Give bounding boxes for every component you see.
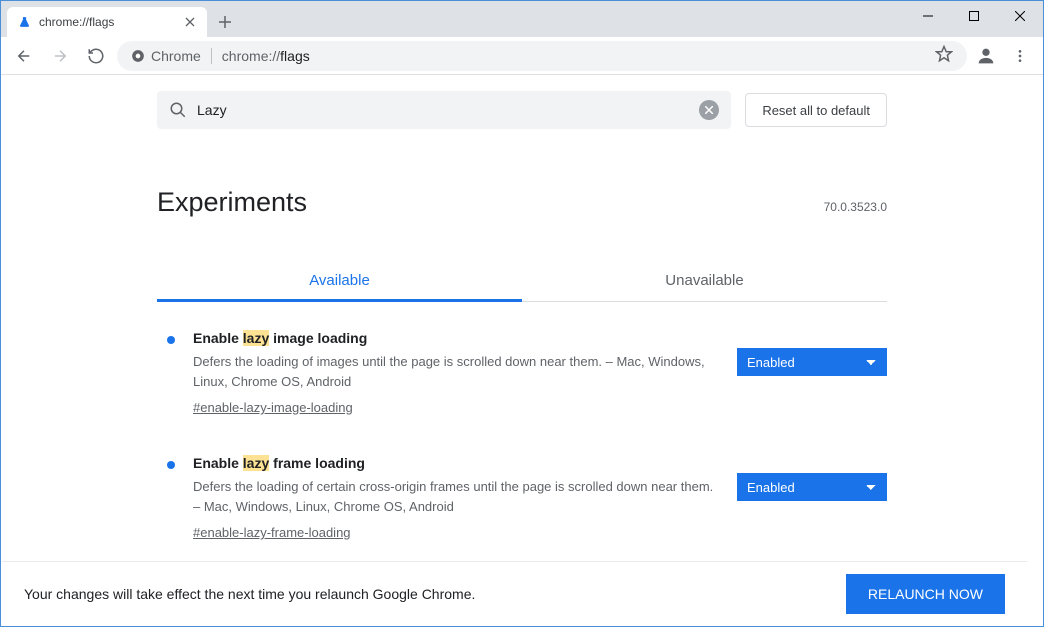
titlebar: chrome://flags: [1, 1, 1043, 37]
relaunch-button[interactable]: RELAUNCH NOW: [846, 574, 1005, 614]
tab-bar: Available Unavailable: [157, 260, 887, 302]
minimize-button[interactable]: [905, 1, 951, 31]
chrome-label: Chrome: [151, 48, 201, 64]
flag-title: Enable lazy image loading: [193, 330, 719, 346]
tab-unavailable[interactable]: Unavailable: [522, 260, 887, 301]
menu-button[interactable]: [1005, 41, 1035, 71]
tab-strip: chrome://flags: [1, 1, 905, 37]
page-title: Experiments: [157, 187, 307, 218]
chrome-icon: [131, 49, 145, 63]
maximize-button[interactable]: [951, 1, 997, 31]
page-content: Reset all to default Experiments 70.0.35…: [2, 77, 1042, 625]
flag-title: Enable lazy frame loading: [193, 455, 719, 471]
flag-row: Enable lazy frame loading Defers the load…: [157, 427, 887, 552]
flag-description: Defers the loading of certain cross-orig…: [193, 477, 719, 516]
reload-button[interactable]: [81, 41, 111, 71]
version-text: 70.0.3523.0: [824, 200, 887, 214]
back-button[interactable]: [9, 41, 39, 71]
clear-search-icon[interactable]: [699, 100, 719, 120]
close-tab-icon[interactable]: [183, 15, 197, 29]
browser-tab[interactable]: chrome://flags: [7, 7, 207, 37]
status-dot-icon: [167, 461, 175, 469]
profile-avatar[interactable]: [973, 43, 999, 69]
browser-toolbar: Chrome chrome://flags: [1, 37, 1043, 75]
tab-title: chrome://flags: [39, 15, 114, 29]
forward-button[interactable]: [45, 41, 75, 71]
close-window-button[interactable]: [997, 1, 1043, 31]
relaunch-message: Your changes will take effect the next t…: [24, 586, 846, 602]
address-bar[interactable]: Chrome chrome://flags: [117, 41, 967, 71]
relaunch-bar: Your changes will take effect the next t…: [2, 561, 1027, 625]
flag-state-select[interactable]: Enabled: [737, 348, 887, 376]
flag-state-select[interactable]: Enabled: [737, 473, 887, 501]
flag-description: Defers the loading of images until the p…: [193, 352, 719, 391]
search-flags[interactable]: [157, 91, 731, 129]
window-controls: [905, 1, 1043, 37]
flag-hash-link[interactable]: #enable-lazy-image-loading: [193, 400, 353, 415]
bookmark-star-icon[interactable]: [935, 45, 953, 66]
reset-all-button[interactable]: Reset all to default: [745, 93, 887, 127]
search-input[interactable]: [197, 102, 689, 118]
tab-available[interactable]: Available: [157, 260, 522, 301]
new-tab-button[interactable]: [211, 8, 239, 36]
chrome-chip: Chrome: [131, 48, 212, 64]
search-icon: [169, 101, 187, 119]
flag-row: Enable lazy image loading Defers the load…: [157, 302, 887, 427]
url-text: chrome://flags: [222, 48, 310, 64]
page-scroll[interactable]: Reset all to default Experiments 70.0.35…: [2, 77, 1042, 625]
status-dot-icon: [167, 336, 175, 344]
flask-icon: [17, 15, 31, 29]
flag-hash-link[interactable]: #enable-lazy-frame-loading: [193, 525, 351, 540]
